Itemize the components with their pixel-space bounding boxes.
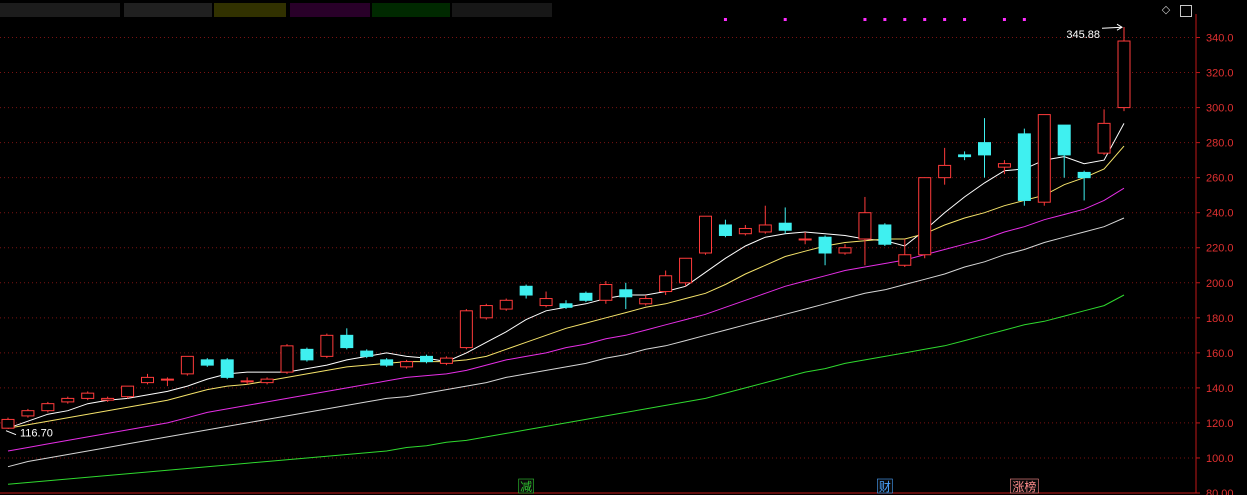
signal-dot bbox=[883, 18, 887, 21]
candle-body bbox=[858, 212, 872, 240]
y-tick-label: 340.0 bbox=[1206, 33, 1234, 45]
candle-body bbox=[499, 299, 513, 310]
candle-body bbox=[1077, 171, 1091, 179]
low-value-label: 116.70 bbox=[20, 428, 53, 440]
candle-body bbox=[978, 142, 991, 156]
event-marker-label: 涨榜 bbox=[1012, 479, 1036, 494]
candle-body bbox=[599, 284, 613, 301]
candle-body bbox=[459, 310, 473, 349]
candle-body bbox=[439, 357, 453, 364]
y-tick-label: 300.0 bbox=[1206, 103, 1234, 115]
candle-body bbox=[838, 247, 852, 254]
candle-body bbox=[1097, 122, 1111, 154]
y-tick-label: 320.0 bbox=[1206, 68, 1234, 80]
candle-body bbox=[400, 361, 414, 368]
candle-body bbox=[758, 224, 772, 233]
candle-body bbox=[898, 254, 912, 266]
candle-body bbox=[519, 285, 533, 296]
signal-dot bbox=[863, 18, 867, 21]
signal-dot bbox=[963, 18, 967, 21]
candle-body bbox=[778, 222, 792, 231]
candle-body bbox=[1057, 124, 1071, 156]
high-value-label: 345.88 bbox=[1066, 29, 1100, 41]
candle-body bbox=[997, 163, 1011, 168]
candle-body bbox=[61, 397, 75, 403]
candle-body bbox=[340, 334, 354, 349]
candle-body bbox=[878, 224, 892, 245]
candle-body bbox=[260, 378, 274, 384]
moving-average-line-1 bbox=[7, 145, 1125, 429]
candle-body bbox=[619, 289, 633, 298]
candle-body bbox=[679, 257, 693, 284]
y-tick-label: 260.0 bbox=[1206, 173, 1234, 185]
candle-body bbox=[918, 177, 932, 256]
signal-dot bbox=[1002, 18, 1006, 21]
candle-body bbox=[559, 303, 573, 308]
y-tick-label: 220.0 bbox=[1206, 243, 1234, 255]
candle-body bbox=[539, 298, 553, 307]
y-tick-label: 80.00 bbox=[1206, 488, 1234, 495]
candle-body bbox=[718, 224, 732, 236]
candle-body bbox=[1, 418, 15, 429]
candle-body bbox=[81, 392, 95, 399]
candle-body bbox=[240, 380, 254, 383]
candle-body bbox=[280, 345, 294, 373]
high-arrow bbox=[1101, 26, 1123, 29]
y-tick-label: 280.0 bbox=[1206, 138, 1234, 150]
candle-body bbox=[360, 350, 374, 357]
moving-average-line-2 bbox=[7, 187, 1125, 452]
candle-body bbox=[320, 334, 334, 357]
y-tick-label: 120.0 bbox=[1206, 418, 1234, 430]
candle-body bbox=[141, 376, 154, 384]
candle-body bbox=[180, 355, 194, 375]
candle-body bbox=[21, 410, 35, 417]
signal-dot bbox=[1022, 18, 1026, 21]
event-marker-label: 财 bbox=[879, 480, 891, 494]
signal-dot bbox=[783, 18, 787, 21]
candle-body bbox=[699, 215, 712, 254]
candle-body bbox=[220, 359, 234, 378]
candle-body bbox=[938, 164, 952, 179]
candle-body bbox=[738, 227, 752, 235]
candle-body bbox=[798, 238, 812, 241]
candle-body bbox=[579, 292, 593, 301]
candlestick-chart[interactable]: 80.00 100.0 120.0 140.0 160.0 180.0 200.0 220.0… bbox=[0, 0, 1247, 495]
candle-body bbox=[659, 275, 673, 293]
signal-dot bbox=[943, 18, 947, 21]
candle-body bbox=[818, 236, 832, 254]
low-arrow bbox=[5, 430, 17, 436]
signal-dot bbox=[923, 18, 927, 21]
candle-body bbox=[1037, 114, 1051, 203]
candle-body bbox=[420, 355, 433, 363]
candle-body bbox=[380, 359, 394, 366]
y-tick-label: 200.0 bbox=[1206, 278, 1234, 290]
candle-body bbox=[300, 348, 314, 361]
candle-body bbox=[958, 154, 972, 158]
event-marker-label: 减 bbox=[520, 480, 532, 494]
candle-body bbox=[1117, 40, 1131, 109]
candle-body bbox=[200, 359, 214, 366]
moving-average-line-0 bbox=[7, 123, 1125, 429]
candle-body bbox=[160, 378, 174, 381]
y-tick-label: 240.0 bbox=[1206, 208, 1234, 220]
y-tick-label: 100.0 bbox=[1206, 453, 1234, 465]
candle-body bbox=[101, 397, 115, 401]
y-tick-label: 180.0 bbox=[1206, 313, 1234, 325]
signal-dot bbox=[903, 18, 907, 21]
candle-body bbox=[121, 385, 135, 398]
y-tick-label: 140.0 bbox=[1206, 383, 1234, 395]
signal-dot bbox=[723, 18, 727, 21]
candle-body bbox=[639, 298, 653, 305]
candle-body bbox=[479, 305, 493, 319]
y-tick-label: 160.0 bbox=[1206, 348, 1234, 360]
candle-body bbox=[1017, 133, 1031, 201]
candle-body bbox=[41, 403, 55, 412]
